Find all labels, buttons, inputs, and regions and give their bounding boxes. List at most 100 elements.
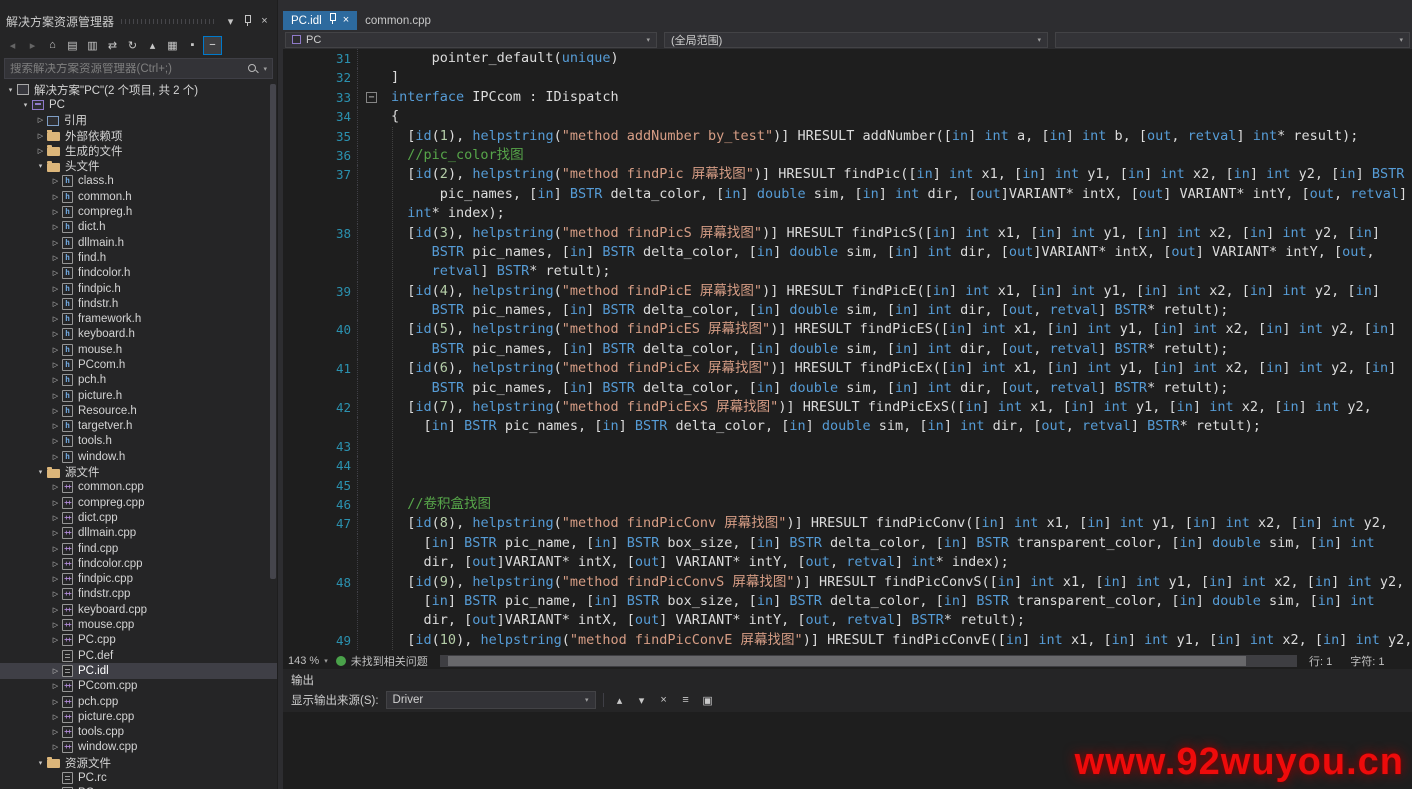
code-line[interactable]: retval] BSTR* retult); (283, 262, 1412, 281)
collapsed-arrow-icon[interactable]: ▷ (34, 147, 47, 155)
tree-item[interactable]: ▷PC.idl (0, 663, 277, 678)
go-to-next-message-icon[interactable]: ▾ (633, 692, 651, 708)
tree-item[interactable]: ▷hframework.h (0, 311, 277, 326)
breakpoint-margin[interactable] (283, 243, 297, 262)
code-line[interactable]: 33−interface IPCcom : IDispatch (283, 88, 1412, 107)
collapsed-arrow-icon[interactable]: ▷ (34, 132, 47, 140)
collapsed-arrow-icon[interactable]: ▷ (49, 300, 62, 308)
tree-item[interactable]: ▷++common.cpp (0, 480, 277, 495)
collapsed-arrow-icon[interactable]: ▷ (49, 667, 62, 675)
pin-icon[interactable] (328, 13, 337, 28)
document-health-indicator[interactable]: 未找到相关问题 (336, 653, 428, 669)
code-editor[interactable]: 31 pointer_default(unique)32]33−interfac… (283, 49, 1412, 652)
tree-item[interactable]: ▷hdllmain.h (0, 235, 277, 250)
code-line[interactable]: 35 [id(1), helpstring("method addNumber … (283, 127, 1412, 146)
collapsed-arrow-icon[interactable]: ▷ (49, 285, 62, 293)
search-icon[interactable] (247, 63, 259, 75)
breakpoint-margin[interactable] (283, 495, 297, 514)
tree-item[interactable]: ▷hpch.h (0, 373, 277, 388)
breakpoint-margin[interactable] (283, 573, 297, 592)
breakpoint-margin[interactable] (283, 320, 297, 339)
filter-icon[interactable]: ▥ (83, 36, 102, 55)
tree-item[interactable]: ▷++picture.cpp (0, 709, 277, 724)
code-line[interactable]: [in] BSTR pic_names, [in] BSTR delta_col… (283, 417, 1412, 436)
breakpoint-margin[interactable] (283, 49, 297, 68)
collapsed-arrow-icon[interactable]: ▷ (49, 698, 62, 706)
collapsed-arrow-icon[interactable]: ▷ (49, 407, 62, 415)
tree-item[interactable]: ▷++tools.cpp (0, 724, 277, 739)
tree-item[interactable]: ▷外部依赖项 (0, 128, 277, 143)
breakpoint-margin[interactable] (283, 456, 297, 475)
toggle-autoscroll-icon[interactable]: ▣ (699, 692, 717, 708)
code-line[interactable]: 37 [id(2), helpstring("method findPic 屏幕… (283, 165, 1412, 184)
tree-item[interactable]: ▷++findstr.cpp (0, 587, 277, 602)
scope-dropdown[interactable]: (全局范围) ▾ (664, 32, 1048, 48)
refresh-icon[interactable]: ↻ (123, 36, 142, 55)
collapsed-arrow-icon[interactable]: ▷ (49, 575, 62, 583)
code-line[interactable]: 38 [id(3), helpstring("method findPicS 屏… (283, 224, 1412, 243)
collapsed-arrow-icon[interactable]: ▷ (49, 545, 62, 553)
tree-item[interactable]: ▷++find.cpp (0, 541, 277, 556)
code-line[interactable]: 49 [id(10), helpstring("method findPicCo… (283, 631, 1412, 650)
search-dropdown-icon[interactable]: ▾ (263, 65, 267, 73)
code-line[interactable]: 36 //pic_color找图 (283, 146, 1412, 165)
tree-item[interactable]: ▷++dllmain.cpp (0, 526, 277, 541)
collapsed-arrow-icon[interactable]: ▷ (49, 177, 62, 185)
output-source-dropdown[interactable]: Driver ▾ (386, 691, 596, 709)
fold-collapse-icon[interactable]: − (366, 92, 377, 103)
breakpoint-margin[interactable] (283, 88, 297, 107)
collapsed-arrow-icon[interactable]: ▷ (49, 330, 62, 338)
tree-item[interactable]: ▷hclass.h (0, 174, 277, 189)
code-line[interactable]: dir, [out]VARIANT* intX, [out] VARIANT* … (283, 611, 1412, 630)
close-icon[interactable]: × (343, 15, 349, 26)
breakpoint-margin[interactable] (283, 398, 297, 417)
collapsed-arrow-icon[interactable]: ▷ (49, 499, 62, 507)
collapsed-arrow-icon[interactable]: ▷ (49, 682, 62, 690)
go-to-previous-message-icon[interactable]: ▴ (611, 692, 629, 708)
tab-common.cpp[interactable]: common.cpp (357, 11, 439, 30)
sidebar-scrollbar[interactable] (269, 82, 277, 789)
tree-item[interactable]: PC.def (0, 648, 277, 663)
tree-item[interactable]: ▷++pch.cpp (0, 694, 277, 709)
tree-item[interactable]: ▷生成的文件 (0, 143, 277, 158)
search-input[interactable] (10, 63, 243, 75)
collapsed-arrow-icon[interactable]: ▷ (49, 560, 62, 568)
horizontal-scrollbar[interactable] (440, 655, 1297, 667)
forward-icon[interactable]: ▸ (23, 36, 42, 55)
breakpoint-margin[interactable] (283, 127, 297, 146)
code-line[interactable]: 45 (283, 476, 1412, 495)
code-line[interactable]: 41 [id(6), helpstring("method findPicEx … (283, 359, 1412, 378)
breakpoint-margin[interactable] (283, 340, 297, 359)
tree-item[interactable]: ▷引用 (0, 113, 277, 128)
collapsed-arrow-icon[interactable]: ▷ (49, 193, 62, 201)
back-icon[interactable]: ◂ (3, 36, 22, 55)
breakpoint-margin[interactable] (283, 514, 297, 533)
breakpoint-margin[interactable] (283, 359, 297, 378)
breakpoint-margin[interactable] (283, 437, 297, 456)
breakpoint-margin[interactable] (283, 146, 297, 165)
sync-with-active-document-icon[interactable]: ⇄ (103, 36, 122, 55)
collapsed-arrow-icon[interactable]: ▷ (49, 239, 62, 247)
expanded-arrow-icon[interactable]: ▾ (34, 162, 47, 170)
collapsed-arrow-icon[interactable]: ▷ (49, 269, 62, 277)
tree-item[interactable]: ▷hfind.h (0, 250, 277, 265)
collapsed-arrow-icon[interactable]: ▷ (49, 529, 62, 537)
breakpoint-margin[interactable] (283, 534, 297, 553)
switch-views-icon[interactable]: ▤ (63, 36, 82, 55)
collapsed-arrow-icon[interactable]: ▷ (49, 422, 62, 430)
tree-item[interactable]: ▷++compreg.cpp (0, 495, 277, 510)
code-line[interactable]: 43 (283, 437, 1412, 456)
code-line[interactable]: BSTR pic_names, [in] BSTR delta_color, [… (283, 340, 1412, 359)
code-line[interactable]: [in] BSTR pic_name, [in] BSTR box_size, … (283, 592, 1412, 611)
collapsed-arrow-icon[interactable]: ▷ (49, 590, 62, 598)
project-dropdown[interactable]: PC ▾ (285, 32, 657, 48)
expanded-arrow-icon[interactable]: ▾ (34, 759, 47, 767)
tree-item[interactable]: ▷hResource.h (0, 403, 277, 418)
breakpoint-margin[interactable] (283, 592, 297, 611)
code-line[interactable]: dir, [out]VARIANT* intX, [out] VARIANT* … (283, 553, 1412, 572)
collapsed-arrow-icon[interactable]: ▷ (49, 514, 62, 522)
tree-item[interactable]: ▷hpicture.h (0, 388, 277, 403)
home-icon[interactable]: ⌂ (43, 36, 62, 55)
breakpoint-margin[interactable] (283, 631, 297, 650)
collapsed-arrow-icon[interactable]: ▷ (49, 483, 62, 491)
